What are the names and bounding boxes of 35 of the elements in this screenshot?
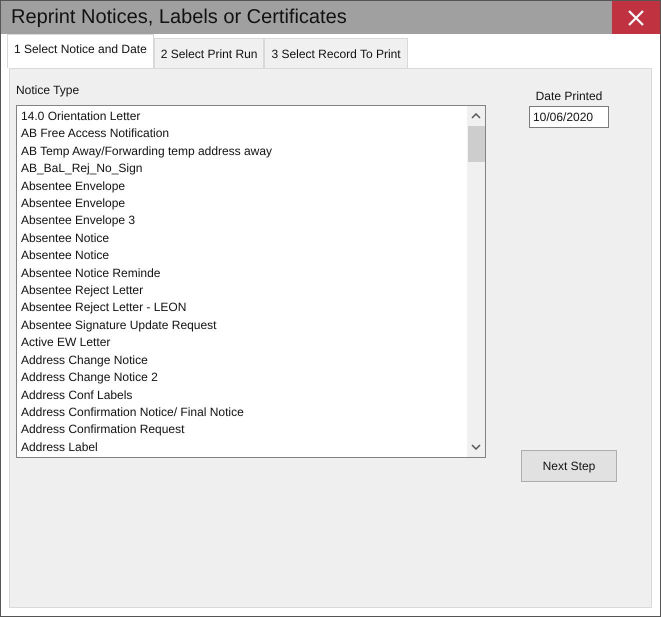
list-item[interactable]: Address Label: [21, 438, 463, 456]
list-item[interactable]: Address Confirmation Notice/ Final Notice: [21, 404, 463, 422]
scrollbar[interactable]: [467, 106, 485, 457]
scroll-up-icon[interactable]: [471, 113, 481, 119]
scroll-down-icon[interactable]: [471, 444, 481, 450]
date-field[interactable]: 10/06/2020: [529, 106, 609, 128]
list-item[interactable]: Absentee Envelope 3: [21, 212, 463, 230]
list-item[interactable]: AB Temp Away/Forwarding temp address away: [21, 142, 463, 160]
list-item[interactable]: Active EW Letter: [21, 334, 463, 352]
list-item[interactable]: Absentee Envelope: [21, 195, 463, 212]
list-item[interactable]: Absentee Signature Update Request: [21, 316, 463, 334]
notice-list[interactable]: [16, 105, 486, 458]
list-item[interactable]: Absentee Notice Reminde: [21, 264, 463, 282]
field-label: Date Printed: [536, 89, 602, 103]
list-item[interactable]: Address Conf Labels: [21, 386, 463, 404]
list-item[interactable]: AB Free Access Notification: [21, 125, 463, 143]
tab[interactable]: 1 Select Notice and Date: [7, 34, 154, 68]
close-button[interactable]: [612, 1, 660, 34]
list-item[interactable]: AB_BaL_Rej_No_Sign: [21, 160, 463, 178]
field-label: Notice Type: [16, 83, 80, 97]
list-item[interactable]: Absentee Notice: [21, 230, 463, 248]
list-item[interactable]: Absentee Envelope: [21, 178, 463, 196]
tab[interactable]: 3 Select Record To Print: [264, 38, 408, 68]
list-item[interactable]: Address Confirmation Request: [21, 421, 463, 439]
scroll-thumb[interactable]: [468, 126, 484, 162]
list-item[interactable]: Address Change Notice: [21, 352, 463, 370]
tab[interactable]: 2 Select Print Run: [154, 38, 264, 68]
list-item[interactable]: Absentee Reject Letter: [21, 282, 463, 300]
list-item[interactable]: 14.0 Orientation Letter: [21, 108, 463, 126]
list-item[interactable]: Absentee Notice: [21, 247, 463, 265]
close-icon: [627, 8, 645, 26]
next-step-button[interactable]: Next Step: [521, 450, 617, 482]
list-item[interactable]: Address Change Notice 2: [21, 369, 463, 386]
list-item[interactable]: Absentee Reject Letter - LEON: [21, 299, 463, 317]
window-title: Reprint Notices, Labels or Certificates: [10, 6, 347, 29]
